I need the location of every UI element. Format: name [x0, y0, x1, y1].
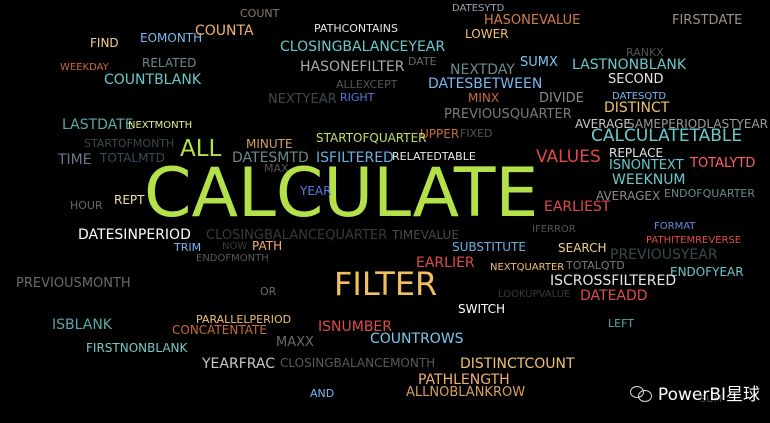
cloud-word: NEXTMONTH — [128, 120, 193, 131]
cloud-word: PATHITEMREVERSE — [646, 235, 742, 246]
cloud-word: ENDOFMONTH — [196, 253, 269, 264]
cloud-word: YEARFRAC — [202, 356, 276, 372]
cloud-word: WEEKDAY — [60, 62, 109, 73]
watermark: PowerBI星球 — [629, 380, 760, 405]
cloud-word: CALCULATE — [144, 154, 539, 233]
cloud-word: HASONEVALUE — [484, 13, 581, 28]
cloud-word: IFERROR — [532, 224, 576, 235]
cloud-word: RIGHT — [340, 91, 375, 104]
cloud-word: ALLEXCEPT — [336, 78, 398, 91]
cloud-word: STARTOFMONTH — [84, 137, 175, 150]
cloud-word: REPT — [114, 193, 145, 207]
cloud-word: ALLNOBLANKROW — [406, 385, 526, 400]
cloud-word: CLOSINGBALANCEMONTH — [280, 356, 436, 370]
cloud-word: TOTALYTD — [690, 156, 756, 171]
cloud-word: CLOSINGBALANCEYEAR — [280, 39, 446, 55]
cloud-word: SWITCH — [458, 302, 506, 316]
cloud-word: NEXTDAY — [450, 62, 515, 78]
cloud-word: COUNTROWS — [370, 331, 464, 347]
cloud-word: VALUES — [536, 147, 601, 167]
cloud-word: EARLIEST — [544, 199, 611, 215]
cloud-word: NEXTYEAR — [268, 92, 337, 107]
cloud-word: DATESBETWEEN — [428, 76, 543, 92]
cloud-word: YEAR — [300, 184, 332, 198]
cloud-word: LEFT — [608, 317, 634, 330]
cloud-word: MINUTE — [246, 137, 293, 151]
cloud-word: TRIM — [174, 241, 202, 254]
cloud-word: DISTINCTCOUNT — [460, 356, 575, 372]
cloud-word: SUBSTITUTE — [452, 240, 526, 254]
cloud-word: LASTDATE — [62, 117, 134, 133]
cloud-word: PREVIOUSMONTH — [16, 276, 131, 291]
cloud-word: DISTINCT — [604, 100, 670, 116]
cloud-word: LASTNONBLANK — [572, 57, 687, 73]
cloud-word: AND — [310, 387, 335, 400]
cloud-word: HOUR — [70, 199, 103, 212]
cloud-word: CONCATENTATE — [172, 323, 267, 337]
cloud-word: PATH — [252, 239, 283, 253]
cloud-word: SECOND — [608, 72, 664, 87]
cloud-word: OR — [260, 285, 277, 298]
watermark-text: PowerBI星球 — [657, 385, 760, 405]
cloud-word: MINX — [468, 91, 500, 105]
cloud-word: TOTALQTD — [566, 259, 625, 272]
word-cloud: COUNT DATESYTD HASONEVALUE FIRSTDATE PATHCON… — [0, 0, 770, 423]
cloud-word: FORMAT — [654, 221, 696, 232]
cloud-word: FIND — [90, 36, 119, 50]
cloud-word: PATHCONTAINS — [314, 22, 399, 35]
cloud-word: PREVIOUSYEAR — [610, 247, 718, 263]
cloud-word: NOW — [222, 241, 248, 252]
cloud-word: WEEKNUM — [612, 172, 686, 188]
cloud-word: DIVIDE — [539, 91, 584, 106]
cloud-word: CALCULATETABLE — [591, 126, 743, 146]
cloud-word: NEXTQUARTER — [490, 262, 565, 273]
cloud-word: DATE — [408, 55, 437, 68]
cloud-word: DATESINPERIOD — [78, 227, 191, 243]
cloud-word: FIXED — [460, 127, 493, 140]
cloud-word: PREVIOUSQUARTER — [444, 107, 572, 122]
cloud-word: FILTER — [334, 265, 438, 303]
cloud-word: ENDOFYEAR — [670, 265, 744, 279]
cloud-word: LOWER — [465, 27, 509, 41]
cloud-word: ENDOFQUARTER — [664, 187, 756, 200]
cloud-word: HASONEFILTER — [300, 59, 405, 75]
cloud-word: STARTOFQUARTER — [316, 131, 427, 145]
cloud-word: EOMONTH — [140, 31, 203, 45]
cloud-word: RELATED — [142, 56, 197, 70]
cloud-word: SUMX — [520, 55, 558, 70]
cloud-word: MAXX — [276, 335, 314, 350]
cloud-word: ISBLANK — [52, 317, 112, 333]
cloud-word: COUNT — [240, 7, 280, 20]
cloud-word: FIRSTDATE — [672, 13, 743, 28]
cloud-word: TIMEVALUE — [392, 228, 459, 242]
cloud-word: DATEADD — [580, 288, 648, 304]
cloud-word: FIRSTNONBLANK — [86, 341, 188, 355]
cloud-word: COUNTA — [195, 23, 254, 39]
cloud-word: LOOKUPVALUE — [498, 289, 571, 300]
wechat-icon — [629, 384, 652, 402]
cloud-word: ISCROSSFILTERED — [550, 273, 677, 289]
cloud-word: SEARCH — [558, 241, 607, 255]
cloud-word: COUNTBLANK — [104, 72, 202, 88]
cloud-word: ISNONTEXT — [609, 158, 684, 173]
cloud-word: TIME — [58, 152, 92, 168]
